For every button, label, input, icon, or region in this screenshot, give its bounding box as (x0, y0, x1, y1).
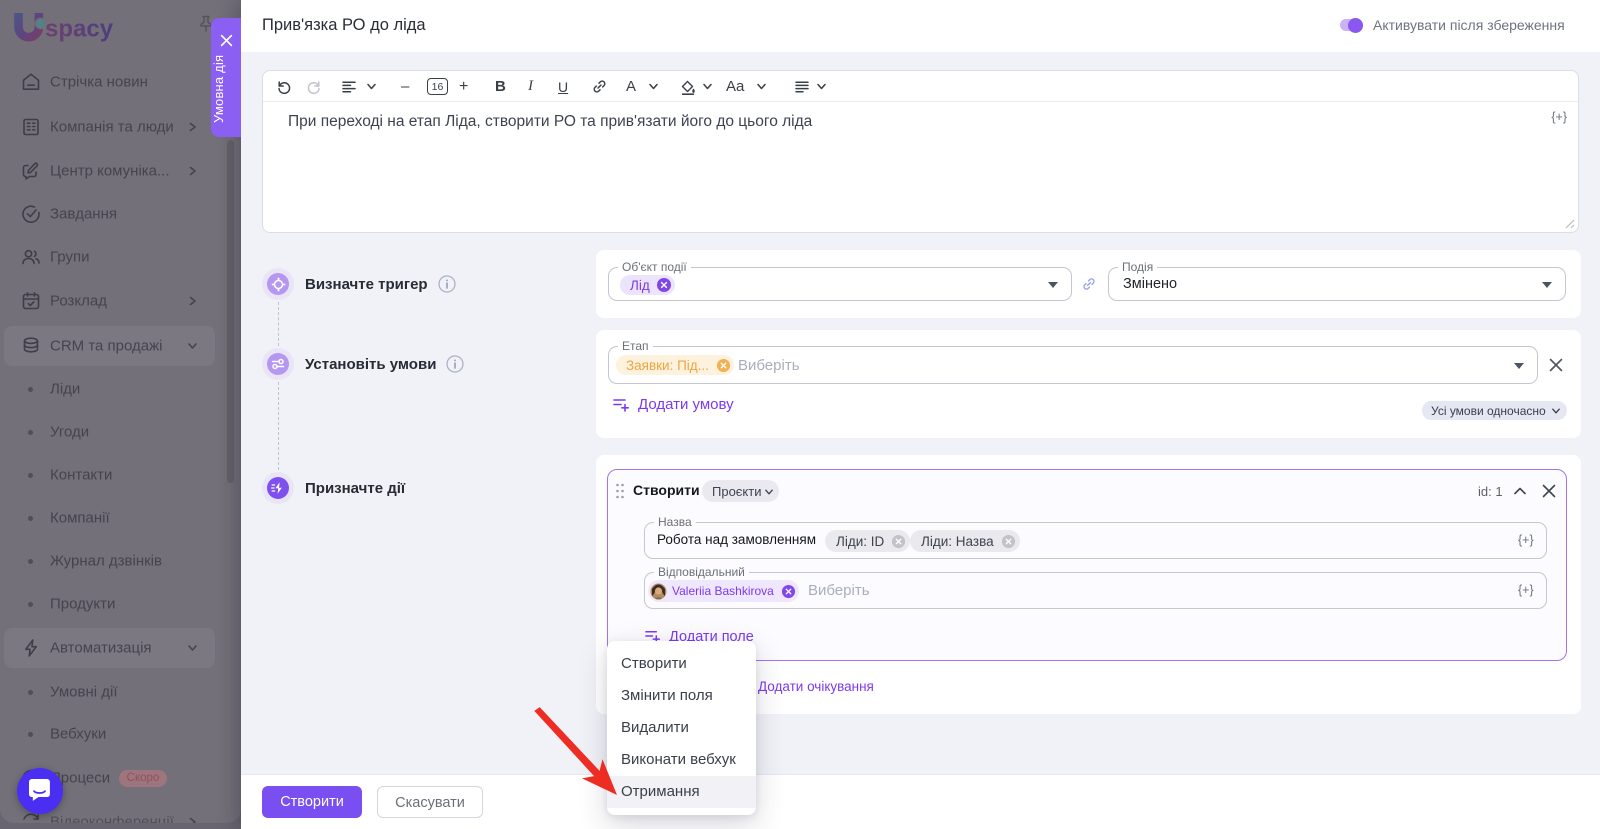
svg-text:spacy: spacy (45, 16, 114, 43)
